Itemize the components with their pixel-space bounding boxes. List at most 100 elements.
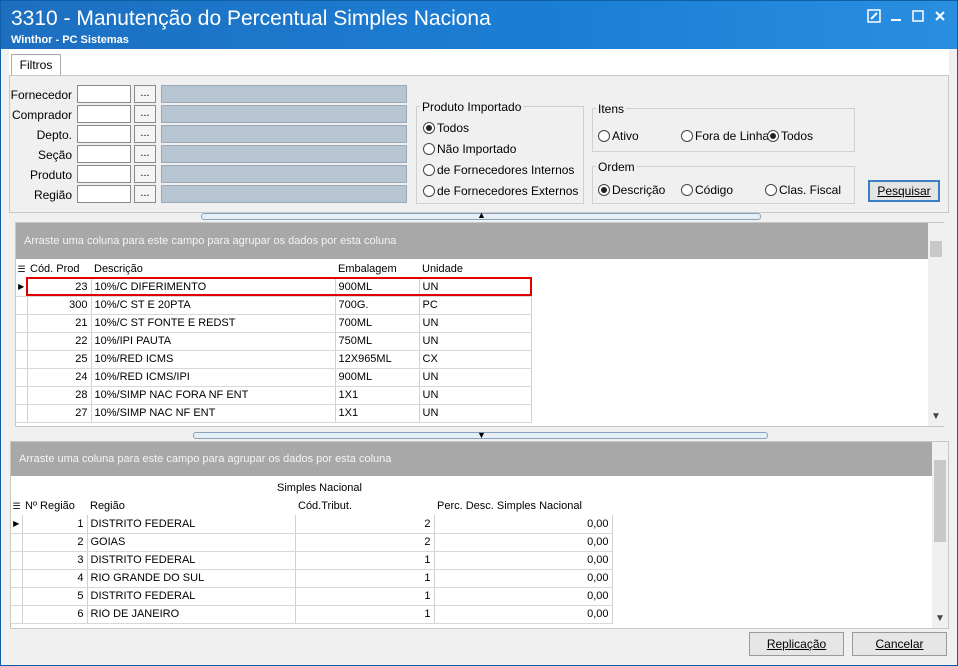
cell[interactable]: UN — [419, 314, 532, 333]
chevron-down-icon[interactable]: ▼ — [935, 613, 945, 624]
col-embalagem[interactable]: Embalagem — [335, 260, 419, 278]
col-cod-prod[interactable]: Cód. Prod — [27, 260, 91, 278]
table-row[interactable]: 27 10%/SIMP NAC NF ENT 1X1 UN — [16, 404, 532, 423]
cell[interactable]: 12X965ML — [335, 350, 420, 369]
cell[interactable]: 700ML — [335, 314, 420, 333]
radio-clas-fiscal[interactable]: Clas. Fiscal — [765, 183, 841, 197]
table-row[interactable]: 4 RIO GRANDE DO SUL 1 0,00 — [11, 569, 613, 588]
cell[interactable]: RIO DE JANEIRO — [87, 605, 296, 624]
comprador-input[interactable] — [77, 105, 131, 123]
depto-input[interactable] — [77, 125, 131, 143]
cell[interactable]: 750ML — [335, 332, 420, 351]
cell[interactable]: 25 — [27, 350, 92, 369]
cell[interactable]: 3 — [22, 551, 88, 570]
close-button[interactable] — [931, 9, 949, 27]
secao-input[interactable] — [77, 145, 131, 163]
radio-nao-importado[interactable]: Não Importado — [423, 142, 516, 156]
radio-ativo[interactable]: Ativo — [598, 129, 639, 143]
replicate-button[interactable]: Replicação — [749, 632, 844, 656]
cell[interactable]: 0,00 — [434, 515, 613, 534]
maximize-button[interactable] — [909, 9, 927, 27]
table-row[interactable]: 6 RIO DE JANEIRO 1 0,00 — [11, 605, 613, 624]
radio-todos-importado[interactable]: Todos — [423, 121, 469, 135]
fornecedor-browse-button[interactable]: ... — [134, 85, 156, 103]
cell[interactable]: PC — [419, 296, 532, 315]
tab-filtros[interactable]: Filtros — [11, 54, 61, 75]
produto-input[interactable] — [77, 165, 131, 183]
cell[interactable]: DISTRITO FEDERAL — [87, 551, 296, 570]
scroll-thumb[interactable] — [934, 460, 946, 542]
cell[interactable]: 0,00 — [434, 605, 613, 624]
radio-fornecedores-externos[interactable]: de Fornecedores Externos — [423, 184, 578, 198]
cell[interactable]: 10%/IPI PAUTA — [91, 332, 336, 351]
edit-icon[interactable] — [865, 9, 883, 27]
radio-descricao[interactable]: Descrição — [598, 183, 665, 197]
fornecedor-input[interactable] — [77, 85, 131, 103]
cell[interactable]: 2 — [295, 533, 435, 552]
column-chooser-icon[interactable]: ☰ — [16, 260, 27, 278]
cell[interactable]: 23 — [27, 278, 92, 297]
cell[interactable]: CX — [419, 350, 532, 369]
table-row[interactable]: 25 10%/RED ICMS 12X965ML CX — [16, 350, 532, 369]
cell[interactable]: DISTRITO FEDERAL — [87, 587, 296, 606]
table-row[interactable]: 3 DISTRITO FEDERAL 1 0,00 — [11, 551, 613, 570]
comprador-browse-button[interactable]: ... — [134, 105, 156, 123]
chevron-up-icon[interactable]: ▲ — [477, 211, 486, 220]
col-regiao[interactable]: Região — [87, 497, 295, 515]
cell[interactable]: 10%/C ST E 20PTA — [91, 296, 336, 315]
cell[interactable]: GOIAS — [87, 533, 296, 552]
radio-fora-de-linha[interactable]: Fora de Linha — [681, 129, 769, 143]
table-row[interactable]: 24 10%/RED ICMS/IPI 900ML UN — [16, 368, 532, 387]
cell[interactable]: 0,00 — [434, 587, 613, 606]
cell[interactable]: 21 — [27, 314, 92, 333]
cell[interactable]: 0,00 — [434, 569, 613, 588]
cell[interactable]: 2 — [295, 515, 435, 534]
cancel-button[interactable]: Cancelar — [852, 632, 947, 656]
scroll-thumb[interactable] — [930, 241, 942, 257]
cell[interactable]: 5 — [22, 587, 88, 606]
table-row[interactable]: 5 DISTRITO FEDERAL 1 0,00 — [11, 587, 613, 606]
table-row[interactable]: ▶ 1 DISTRITO FEDERAL 2 0,00 — [11, 515, 613, 534]
cell[interactable]: 900ML — [335, 278, 420, 297]
cell[interactable]: 10%/RED ICMS — [91, 350, 336, 369]
col-n-regiao[interactable]: Nº Região — [22, 497, 87, 515]
cell[interactable]: 900ML — [335, 368, 420, 387]
cell[interactable]: UN — [419, 368, 532, 387]
cell[interactable]: 0,00 — [434, 551, 613, 570]
search-button[interactable]: Pesquisar — [868, 180, 940, 202]
cell[interactable]: 1X1 — [335, 386, 420, 405]
cell[interactable]: 1 — [22, 515, 88, 534]
cell[interactable]: 300 — [27, 296, 92, 315]
minimize-button[interactable] — [887, 9, 905, 27]
cell[interactable]: UN — [419, 332, 532, 351]
chevron-down-icon[interactable]: ▼ — [477, 431, 486, 440]
secao-browse-button[interactable]: ... — [134, 145, 156, 163]
cell[interactable]: RIO GRANDE DO SUL — [87, 569, 296, 588]
cell[interactable]: 10%/C DIFERIMENTO — [91, 278, 336, 297]
cell[interactable]: 10%/C ST FONTE E REDST — [91, 314, 336, 333]
group-by-area[interactable]: Arraste uma coluna para este campo para … — [11, 442, 932, 476]
cell[interactable]: 700G. — [335, 296, 420, 315]
cell[interactable]: UN — [419, 404, 532, 423]
cell[interactable]: UN — [419, 386, 532, 405]
radio-itens-todos[interactable]: Todos — [767, 129, 813, 143]
regions-scrollbar[interactable]: ▼ — [932, 442, 948, 628]
cell[interactable]: 10%/RED ICMS/IPI — [91, 368, 336, 387]
cell[interactable]: 1 — [295, 569, 435, 588]
cell[interactable]: 22 — [27, 332, 92, 351]
products-scrollbar[interactable]: ▼ — [928, 223, 944, 426]
cell[interactable]: 1X1 — [335, 404, 420, 423]
table-row[interactable]: 28 10%/SIMP NAC FORA NF ENT 1X1 UN — [16, 386, 532, 405]
cell[interactable]: 10%/SIMP NAC NF ENT — [91, 404, 336, 423]
radio-fornecedores-internos[interactable]: de Fornecedores Internos — [423, 163, 574, 177]
cell[interactable]: 1 — [295, 551, 435, 570]
column-chooser-icon[interactable]: ☰ — [11, 497, 22, 515]
cell[interactable]: 10%/SIMP NAC FORA NF ENT — [91, 386, 336, 405]
cell[interactable]: 6 — [22, 605, 88, 624]
cell[interactable]: 1 — [295, 587, 435, 606]
regiao-input[interactable] — [77, 185, 131, 203]
cell[interactable]: 0,00 — [434, 533, 613, 552]
cell[interactable]: 2 — [22, 533, 88, 552]
cell[interactable]: UN — [419, 278, 532, 297]
depto-browse-button[interactable]: ... — [134, 125, 156, 143]
